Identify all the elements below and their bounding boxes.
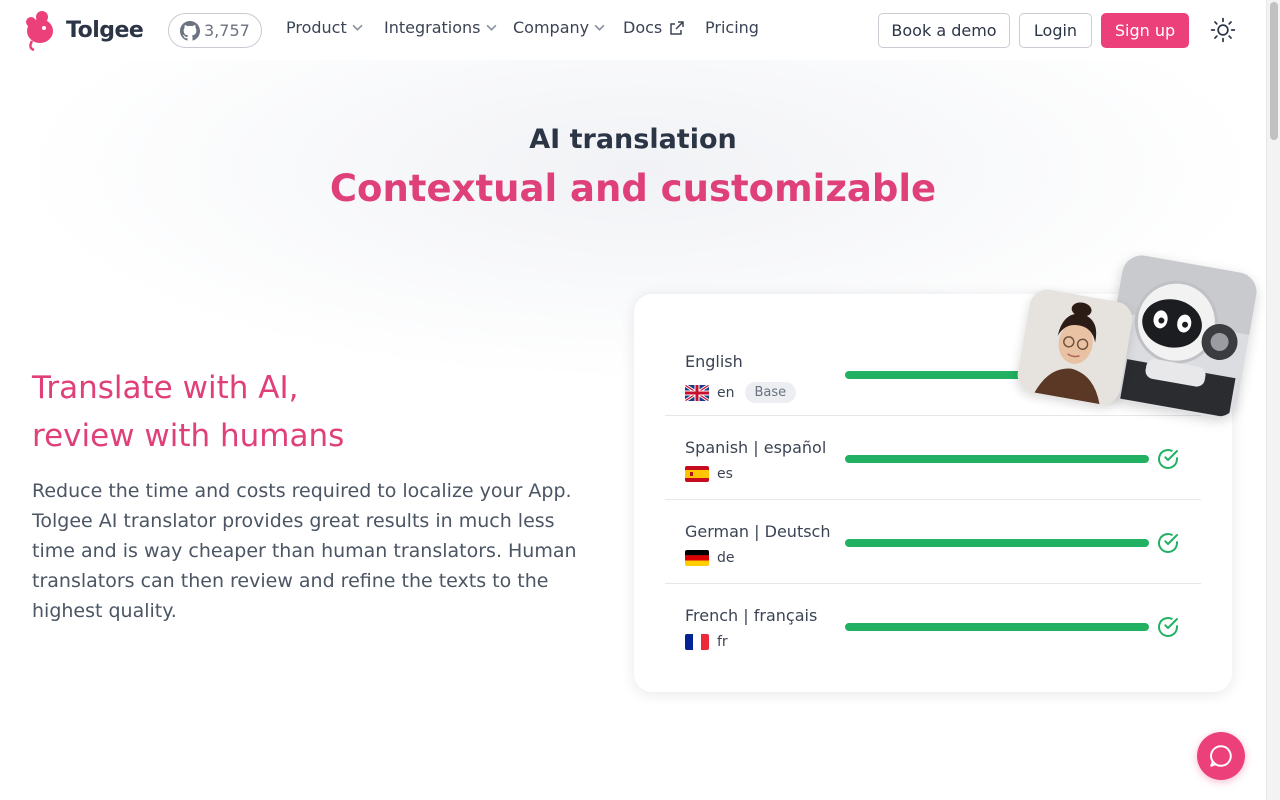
language-code: es xyxy=(685,466,733,482)
signup-button[interactable]: Sign up xyxy=(1101,13,1189,48)
france-flag-icon xyxy=(685,634,709,650)
language-row-es: Spanish | español es xyxy=(665,416,1201,500)
reviewer-avatar xyxy=(1014,286,1136,408)
github-stars-badge[interactable]: 3,757 xyxy=(168,13,262,48)
chat-button[interactable] xyxy=(1197,732,1245,780)
language-name: English xyxy=(685,352,743,371)
language-code: fr xyxy=(685,634,728,650)
top-navigation: Tolgee 3,757 Product Integrations Compan… xyxy=(0,0,1266,60)
chevron-down-icon xyxy=(486,24,496,31)
base-badge: Base xyxy=(744,382,797,403)
brand-logo[interactable]: Tolgee xyxy=(22,8,144,52)
uk-flag-icon xyxy=(685,384,709,401)
menu-docs-label: Docs xyxy=(623,18,663,37)
check-circle-icon xyxy=(1158,617,1178,637)
language-code: de xyxy=(685,550,735,566)
book-demo-button[interactable]: Book a demo xyxy=(878,13,1010,48)
feature-title-line2: review with humans xyxy=(32,418,345,454)
germany-flag-icon xyxy=(685,550,709,566)
menu-product[interactable]: Product xyxy=(286,18,363,37)
language-code-text: fr xyxy=(717,634,728,650)
feature-title: Translate with AI, review with humans xyxy=(32,364,344,460)
language-name: Spanish | español xyxy=(685,438,827,457)
chat-bubble-icon xyxy=(1210,745,1232,767)
progress-bar xyxy=(845,623,1149,631)
language-code-text: es xyxy=(717,466,733,482)
scrollbar-thumb[interactable] xyxy=(1270,2,1278,140)
menu-pricing[interactable]: Pricing xyxy=(705,18,759,37)
sun-icon[interactable] xyxy=(1210,17,1236,43)
menu-integrations-label: Integrations xyxy=(384,18,481,37)
language-row-de: German | Deutsch de xyxy=(665,500,1201,584)
github-icon xyxy=(180,20,200,41)
spain-flag-icon xyxy=(685,466,709,482)
menu-product-label: Product xyxy=(286,18,347,37)
menu-pricing-label: Pricing xyxy=(705,18,759,37)
menu-docs[interactable]: Docs xyxy=(623,18,685,37)
brand-name: Tolgee xyxy=(66,17,144,43)
language-name: French | français xyxy=(685,606,818,625)
menu-company[interactable]: Company xyxy=(513,18,605,37)
external-link-icon xyxy=(670,20,684,35)
language-code-text: en xyxy=(717,384,735,401)
feature-title-line1: Translate with AI, xyxy=(32,370,299,406)
language-row-fr: French | français fr xyxy=(665,584,1201,668)
person-illustration xyxy=(1014,286,1136,408)
chevron-down-icon xyxy=(594,24,605,31)
progress-bar xyxy=(845,539,1149,547)
login-button[interactable]: Login xyxy=(1019,13,1092,48)
menu-integrations[interactable]: Integrations xyxy=(384,18,497,37)
check-circle-icon xyxy=(1158,449,1178,469)
language-code: en Base xyxy=(685,382,797,403)
menu-company-label: Company xyxy=(513,18,590,37)
page-scrollbar[interactable] xyxy=(1266,0,1280,800)
progress-bar xyxy=(845,455,1149,463)
hero-subtitle: AI translation xyxy=(529,124,737,155)
check-circle-icon xyxy=(1158,533,1178,553)
github-star-count: 3,757 xyxy=(204,21,250,40)
language-name: German | Deutsch xyxy=(685,522,831,541)
hero-title: Contextual and customizable xyxy=(329,167,937,210)
feature-description: Reduce the time and costs required to lo… xyxy=(32,480,577,622)
mouse-logo-icon xyxy=(26,11,53,52)
chevron-down-icon xyxy=(352,24,363,31)
language-code-text: de xyxy=(717,550,735,566)
